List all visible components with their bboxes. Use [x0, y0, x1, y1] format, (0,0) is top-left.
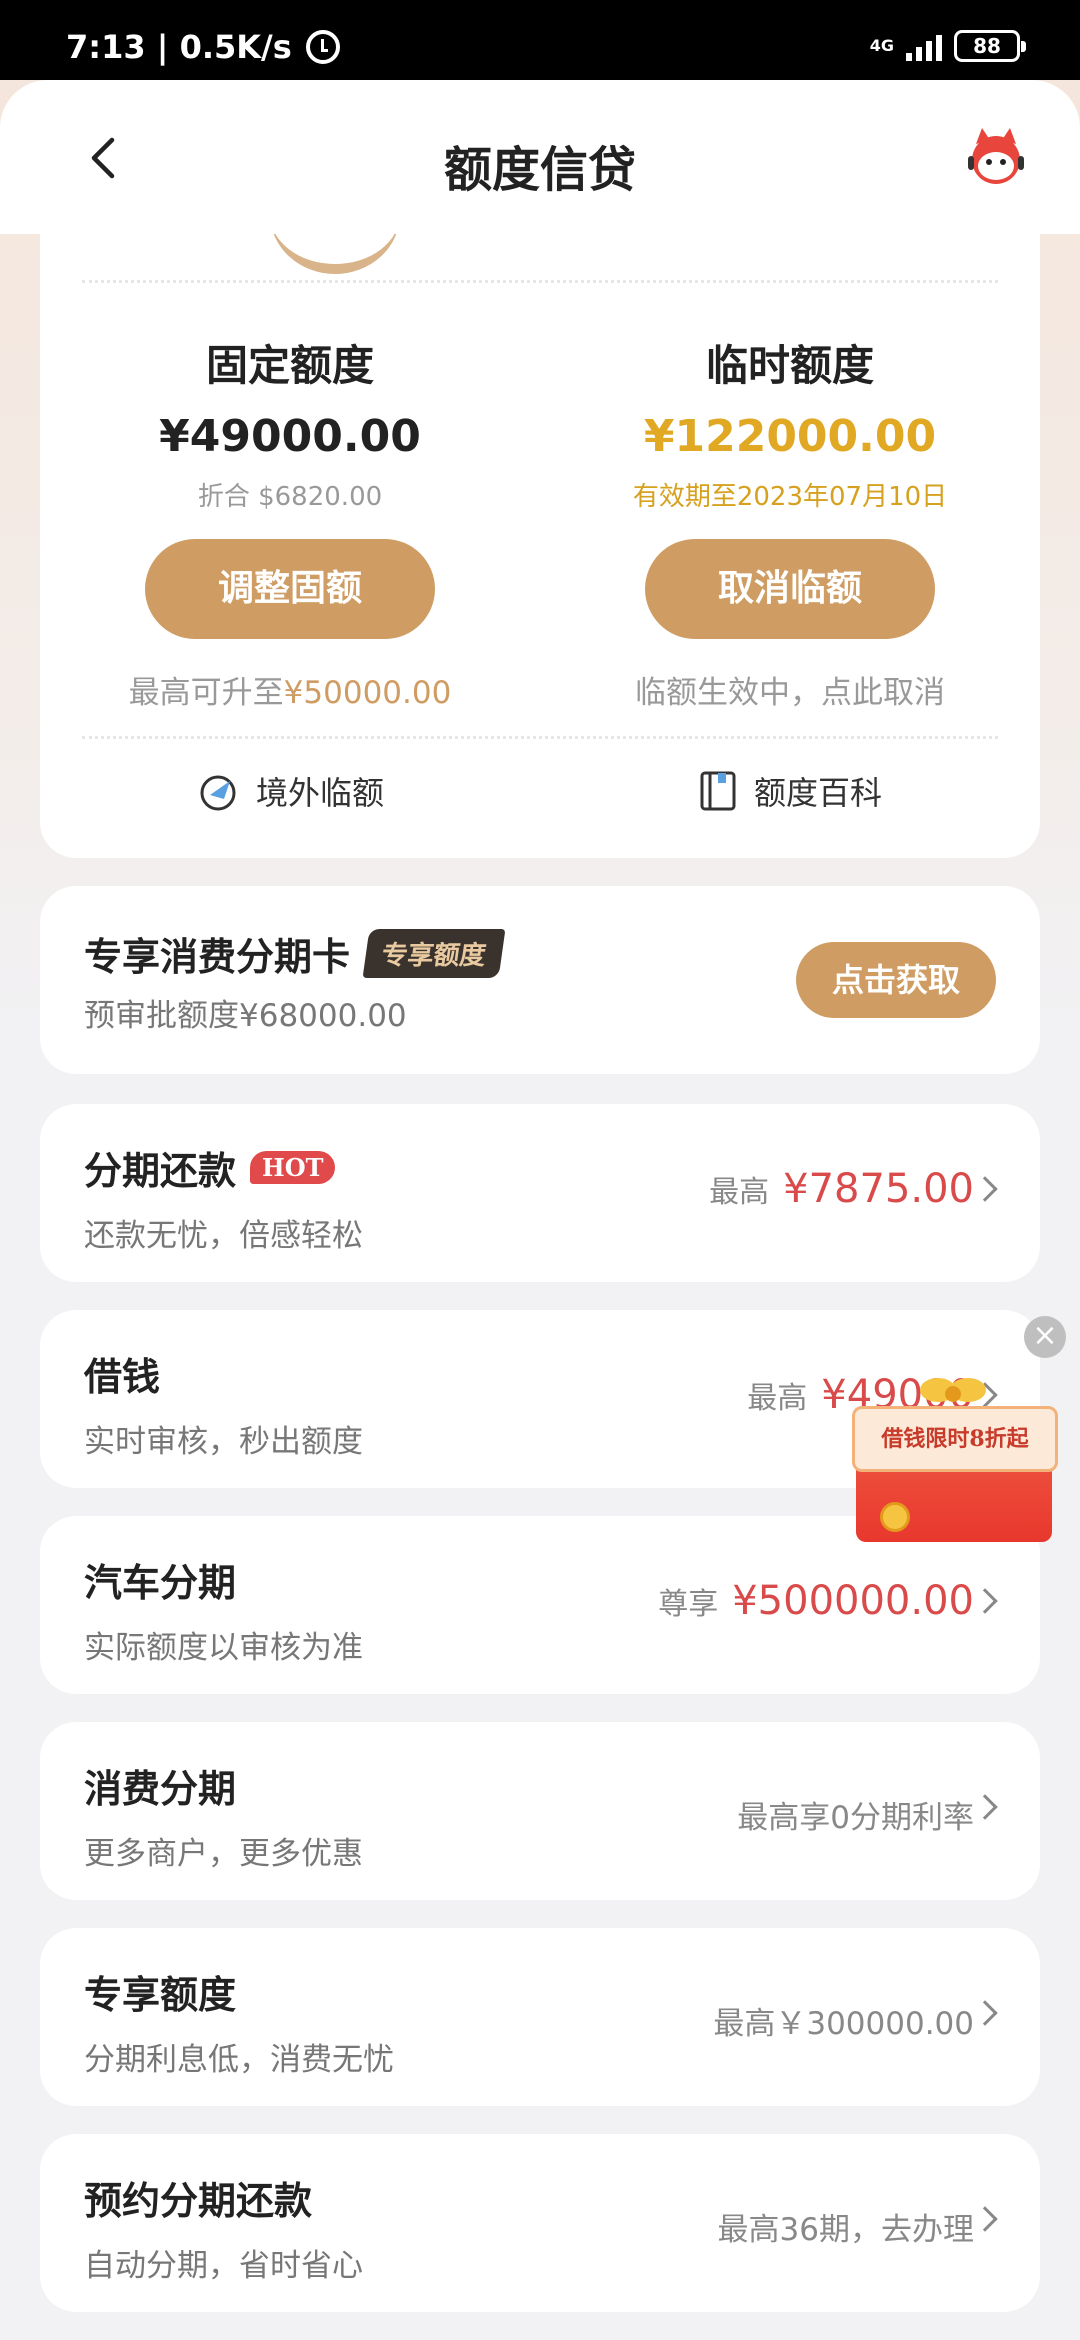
- adjust-fixed-button[interactable]: 调整固额: [145, 539, 435, 639]
- list-item-title: 汽车分期: [84, 1561, 237, 1605]
- list-item-value: 尊享 ¥500000.00: [658, 1578, 974, 1624]
- credit-encyclopedia-label: 额度百科: [753, 774, 882, 812]
- exclusive-installment-card[interactable]: 专享消费分期卡 专享额度 预审批额度¥68000.00 点击获取: [40, 886, 1040, 1074]
- chevron-right-icon: [972, 1588, 998, 1614]
- list-item-title: 分期还款: [84, 1149, 237, 1193]
- get-now-button[interactable]: 点击获取: [796, 942, 996, 1018]
- list-item-title: 借钱: [84, 1355, 161, 1399]
- fixed-credit-amount: ¥49000.00: [159, 411, 421, 462]
- value-text: 最高￥300000.00: [713, 2006, 974, 2042]
- value-amount: ¥500000.00: [732, 1578, 974, 1624]
- fixed-credit-title: 固定额度: [205, 341, 374, 390]
- list-item-scheduled-repay[interactable]: 预约分期还款 自动分期，省时省心 最高36期，去办理: [40, 2134, 1040, 2312]
- exclusive-subtitle: 预审批额度¥68000.00: [84, 998, 407, 1034]
- fixed-note-value: ¥50000.00: [283, 675, 452, 711]
- fixed-credit-equivalent: 折合 $6820.00: [197, 482, 383, 512]
- list-item-subtitle: 更多商户，更多优惠: [84, 1836, 363, 1872]
- value-prefix: 尊享: [658, 1587, 719, 1622]
- battery-icon: 88: [954, 30, 1026, 62]
- list-item-consumer-installment[interactable]: 消费分期 更多商户，更多优惠 最高享0分期利率: [40, 1722, 1040, 1900]
- temp-credit-validity: 有效期至2023年07月10日: [632, 482, 948, 512]
- list-item-subtitle: 实际额度以审核为准: [84, 1630, 363, 1666]
- list-item-exclusive-credit[interactable]: 专享额度 分期利息低，消费无忧 最高￥300000.00: [40, 1928, 1040, 2106]
- hot-badge: HOT: [250, 1151, 336, 1184]
- exclusive-tag: 专享额度: [362, 929, 506, 978]
- list-item-installment-repay[interactable]: 分期还款 HOT 还款无忧，倍感轻松 最高 ¥7875.00: [40, 1104, 1040, 1282]
- list-item-title: 预约分期还款: [84, 2179, 313, 2223]
- temp-credit-note[interactable]: 临额生效中，点此取消: [540, 667, 1040, 712]
- promo-text: 借钱限时8折起: [852, 1406, 1058, 1472]
- list-item-subtitle: 分期利息低，消费无忧: [84, 2042, 394, 2078]
- temp-credit-column: 临时额度 ¥122000.00 有效期至2023年07月10日 取消临额 临额生…: [540, 332, 1040, 712]
- exclusive-title: 专享消费分期卡: [84, 935, 351, 979]
- status-left: 7:13 | 0.5K/s: [66, 28, 340, 66]
- value-amount: ¥7875.00: [783, 1166, 974, 1212]
- nav-header: 额度信贷: [0, 80, 1080, 234]
- fixed-note-prefix: 最高可升至: [128, 675, 284, 711]
- list-item-title: 专享额度: [84, 1973, 237, 2017]
- divider: [82, 736, 998, 739]
- mascot-service-icon[interactable]: [962, 124, 1030, 192]
- fixed-credit-note: 最高可升至¥50000.00: [40, 667, 540, 712]
- chevron-right-icon: [972, 2000, 998, 2026]
- globe-plane-icon: [200, 775, 236, 811]
- coin-icon: [880, 1502, 910, 1532]
- chevron-right-icon: [972, 1794, 998, 1820]
- fixed-credit-column: 固定额度 ¥49000.00 折合 $6820.00 调整固额 最高可升至¥50…: [40, 332, 540, 712]
- list-item-title: 消费分期: [84, 1767, 237, 1811]
- list-item-value: 最高36期，去办理: [718, 2204, 974, 2249]
- list-item-subtitle: 自动分期，省时省心: [84, 2248, 363, 2284]
- value-text: 最高36期，去办理: [717, 2212, 974, 2248]
- list-item-value: 最高 ¥7875.00: [709, 1166, 974, 1212]
- list-item-subtitle: 还款无忧，倍感轻松: [84, 1218, 363, 1254]
- close-icon[interactable]: ×: [1024, 1316, 1066, 1358]
- overseas-temp-label: 境外临额: [255, 774, 384, 812]
- divider: [82, 280, 998, 283]
- book-icon: [700, 771, 736, 811]
- status-right: 4G 88: [869, 30, 1026, 62]
- battery-level: 88: [973, 34, 1001, 58]
- status-time-speed: 7:13 | 0.5K/s: [66, 28, 292, 66]
- list-item-subtitle: 实时审核，秒出额度: [84, 1424, 363, 1460]
- chevron-right-icon: [972, 1176, 998, 1202]
- alarm-icon: [305, 30, 340, 64]
- temp-credit-amount: ¥122000.00: [643, 411, 937, 462]
- list-item-title-row: 分期还款 HOT: [84, 1140, 336, 1195]
- overseas-temp-link[interactable]: 境外临额: [40, 768, 540, 814]
- credit-encyclopedia-link[interactable]: 额度百科: [540, 768, 1040, 814]
- exclusive-title-row: 专享消费分期卡 专享额度: [84, 926, 506, 981]
- credit-card: 固定额度 ¥49000.00 折合 $6820.00 调整固额 最高可升至¥50…: [40, 234, 1040, 858]
- temp-credit-title: 临时额度: [705, 341, 874, 390]
- chevron-right-icon: [972, 2206, 998, 2232]
- list-item-value: 最高享0分期利率: [737, 1792, 974, 1837]
- page-title: 额度信贷: [443, 142, 636, 198]
- cancel-temp-button[interactable]: 取消临额: [645, 539, 935, 639]
- list-item-value: 最高￥300000.00: [713, 1998, 974, 2043]
- avatar-edge: [270, 234, 400, 274]
- value-prefix: 最高: [709, 1175, 770, 1210]
- value-text: 最高享0分期利率: [737, 1800, 974, 1836]
- value-prefix: 最高: [747, 1381, 808, 1416]
- network-label: 4G: [869, 36, 894, 55]
- signal-icon: [906, 31, 942, 61]
